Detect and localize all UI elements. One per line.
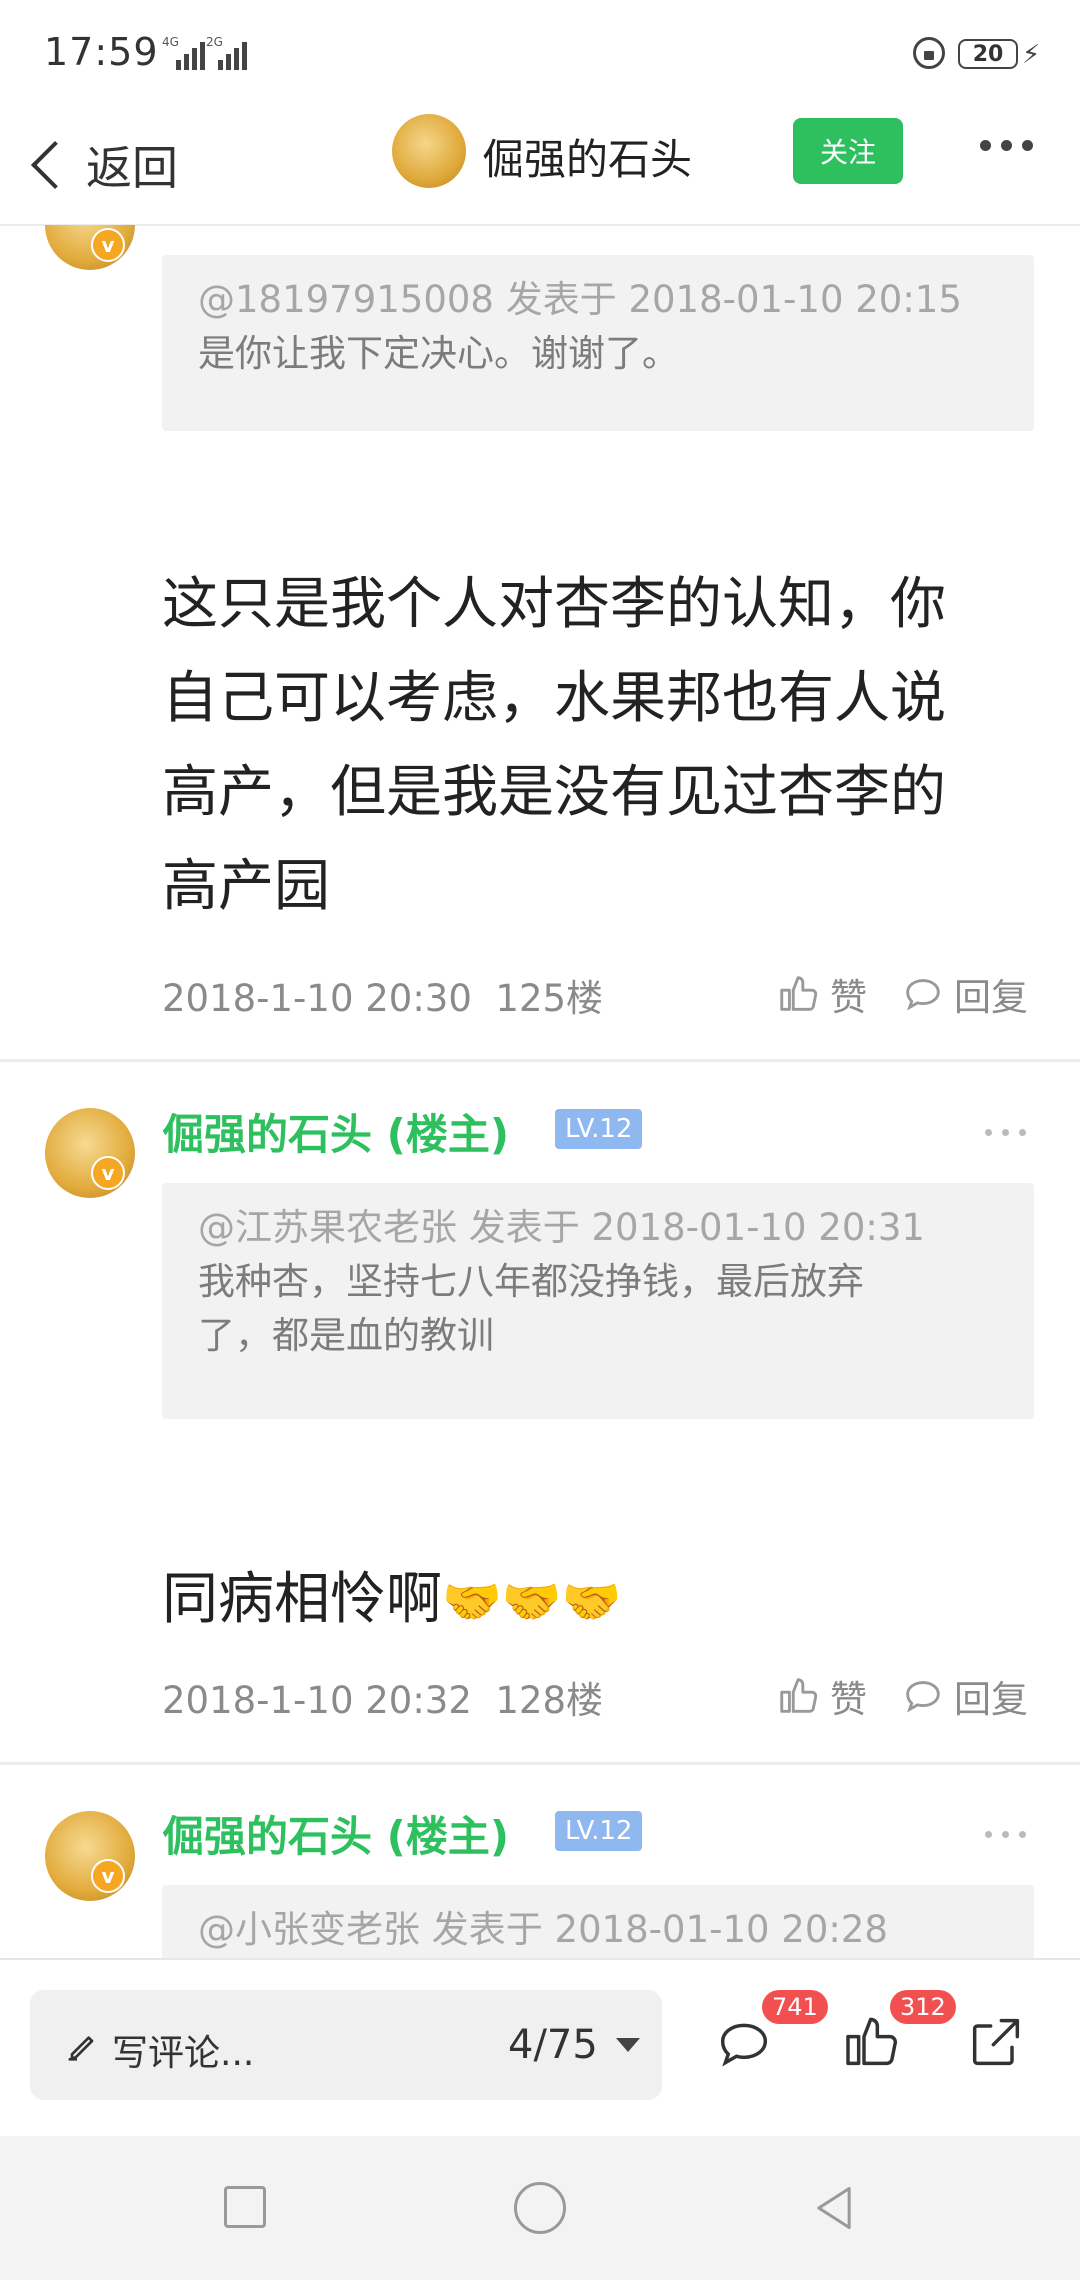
comment-icon <box>720 2023 768 2067</box>
reply-button[interactable]: 回复 <box>900 967 1028 1021</box>
comment-date: 2018-1-10 20:30 <box>162 977 472 1020</box>
page-indicator[interactable]: 4/75 <box>508 2022 598 2068</box>
verified-icon: v <box>91 228 125 262</box>
bottom-action-bar: 写评论... 4/75 741 312 <box>0 1958 1080 2138</box>
comment-body: 同病相怜啊🤝🤝🤝 <box>162 1553 1022 1649</box>
share-button[interactable] <box>964 2010 1028 2078</box>
back-triangle-icon[interactable] <box>808 2182 860 2234</box>
author-name[interactable]: 倔强的石头 (楼主) <box>162 1101 509 1162</box>
quote-meta: @18197915008 发表于 2018-01-10 20:15 <box>198 278 962 321</box>
thumbs-up-icon <box>780 1678 818 1713</box>
like-label: 赞 <box>830 976 867 1019</box>
comment-line: 自己可以考虑，水果邦也有人说 <box>162 666 946 731</box>
comment-count-badge: 741 <box>762 1990 828 2024</box>
quoted-comment: @江苏果农老张 发表于 2018-01-10 20:31 我种杏，坚持七八年都没… <box>162 1183 1034 1419</box>
post-more-icon[interactable] <box>985 1129 1026 1136</box>
quote-text: 是你让我下定决心。谢谢了。 <box>198 332 679 375</box>
floor-number: 125楼 <box>495 977 604 1020</box>
back-button[interactable]: 返回 <box>22 120 178 210</box>
follow-button[interactable]: 关注 <box>793 118 903 184</box>
comment-meta: 2018-1-10 20:30 125楼 <box>162 968 603 1022</box>
status-time: 17:59 <box>44 30 159 74</box>
comment-placeholder: 写评论... <box>112 2033 255 2074</box>
quote-meta: @江苏果农老张 发表于 2018-01-10 20:31 <box>198 1206 925 1249</box>
post-more-icon[interactable] <box>985 1831 1026 1838</box>
comment-text: 同病相怜啊 <box>162 1567 442 1632</box>
like-button[interactable]: 赞 <box>776 967 867 1021</box>
pen-icon <box>68 2036 94 2061</box>
home-icon[interactable] <box>514 2182 566 2234</box>
like-button[interactable]: 赞 <box>776 1669 867 1723</box>
comment-line: 这只是我个人对杏李的认知，你 <box>162 572 946 637</box>
thumbs-up-icon <box>780 976 818 1011</box>
quoted-comment: @18197915008 发表于 2018-01-10 20:15 是你让我下定… <box>162 255 1034 431</box>
chat-bubble-icon <box>906 979 940 1011</box>
signal-icon <box>176 42 205 70</box>
chat-bubble-icon <box>906 1681 940 1713</box>
reply-button[interactable]: 回复 <box>900 1669 1028 1723</box>
quote-text: 我种杏，坚持七八年都没挣钱，最后放弃 <box>198 1260 864 1303</box>
like-post-button[interactable]: 312 <box>840 1990 956 2078</box>
back-label: 返回 <box>86 141 178 195</box>
avatar[interactable]: v <box>45 225 135 270</box>
like-label: 赞 <box>830 1678 867 1721</box>
comment-input[interactable]: 写评论... 4/75 <box>30 1990 662 2100</box>
comment-line: 高产园 <box>162 854 330 919</box>
reply-label: 回复 <box>954 1678 1028 1721</box>
handshake-emoji: 🤝🤝🤝 <box>442 1574 622 1630</box>
comments-button[interactable]: 741 <box>712 1990 828 2080</box>
avatar[interactable]: v <box>45 1811 135 1901</box>
reply-label: 回复 <box>954 976 1028 1019</box>
recent-apps-icon[interactable] <box>224 2186 266 2228</box>
post-divider <box>0 1059 1080 1062</box>
quoted-comment: @小张变老张 发表于 2018-01-10 20:28 <box>162 1885 1034 1958</box>
header-avatar[interactable] <box>392 114 466 188</box>
avatar[interactable]: v <box>45 1108 135 1198</box>
more-options-icon[interactable] <box>980 140 1033 151</box>
level-badge: LV.12 <box>555 1109 643 1149</box>
post-divider <box>0 1762 1080 1765</box>
comment-feed[interactable]: v @18197915008 发表于 2018-01-10 20:15 是你让我… <box>0 225 1080 1958</box>
comment-body: 这只是我个人对杏李的认知，你 自己可以考虑，水果邦也有人说 高产，但是我是没有见… <box>162 558 1022 934</box>
quote-text: 了，都是血的教训 <box>198 1314 494 1357</box>
charging-icon: ⚡ <box>1022 40 1041 70</box>
comment-line: 高产，但是我是没有见过杏李的 <box>162 760 946 825</box>
rotation-lock-icon <box>913 37 945 69</box>
like-count-badge: 312 <box>890 1990 956 2024</box>
level-badge: LV.12 <box>555 1811 643 1851</box>
battery-icon: 20 <box>958 39 1018 69</box>
top-nav-bar: 返回 倔强的石头 关注 <box>0 110 1080 226</box>
author-name[interactable]: 倔强的石头 (楼主) <box>162 1803 509 1864</box>
comment-date: 2018-1-10 20:32 <box>162 1679 472 1722</box>
chevron-left-icon <box>30 140 80 190</box>
signal-icon-2 <box>218 42 247 70</box>
verified-icon: v <box>91 1859 125 1893</box>
comment-meta: 2018-1-10 20:32 128楼 <box>162 1670 603 1724</box>
quote-meta: @小张变老张 发表于 2018-01-10 20:28 <box>198 1908 888 1951</box>
share-icon <box>972 2018 1020 2066</box>
status-bar: 17:59 4G 2G 20 ⚡ <box>0 0 1080 110</box>
thumbs-up-icon <box>846 2017 897 2066</box>
battery-level: 20 <box>972 41 1004 67</box>
floor-number: 128楼 <box>495 1679 604 1722</box>
system-nav-bar <box>0 2136 1080 2280</box>
page-title: 倔强的石头 <box>482 135 693 184</box>
verified-icon: v <box>91 1156 125 1190</box>
caret-down-icon[interactable] <box>616 2038 640 2052</box>
